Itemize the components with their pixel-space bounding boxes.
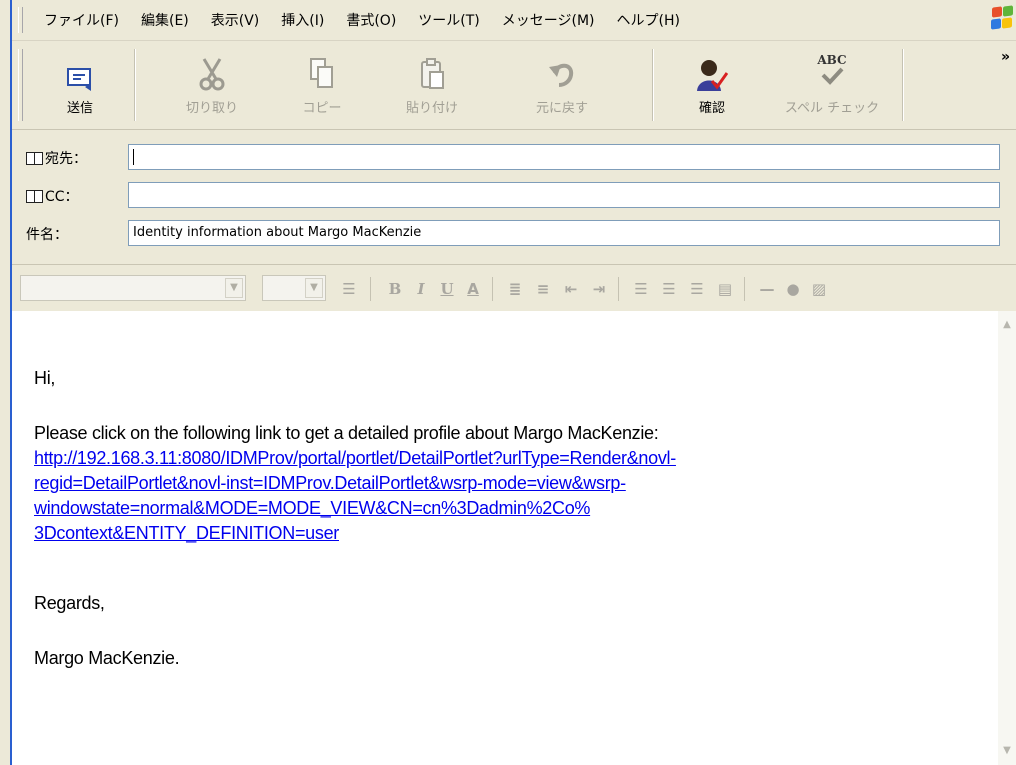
body-intro: Please click on the following link to ge…	[34, 423, 659, 443]
numbered-list-icon[interactable]: ≣	[504, 278, 526, 300]
font-size-select[interactable]: ▼	[262, 275, 326, 301]
cc-row: CC：	[12, 180, 1016, 212]
profile-link-line[interactable]: windowstate=normal&MODE=MODE_VIEW&CN=cn%…	[34, 498, 590, 518]
spell-check-icon-text: ABC	[817, 53, 847, 67]
check-names-label: 確認	[698, 101, 725, 116]
formatting-toolbar: ▼ ▼ ☰ B I U A ≣ ≡ ⇤ ⇥ ☰ ☰ ☰ ▤ — ● ▨	[12, 264, 1016, 312]
body-greeting: Hi,	[34, 368, 56, 388]
scroll-down-icon[interactable]: ▼	[999, 743, 1015, 759]
align-center-icon[interactable]: ☰	[658, 278, 680, 300]
paste-icon	[392, 47, 472, 91]
hyperlink-globe-icon[interactable]: ●	[782, 278, 804, 300]
cut-button[interactable]: 切り取り	[172, 47, 252, 123]
cut-label: 切り取り	[185, 101, 238, 116]
menu-message[interactable]: メッセージ(M)	[491, 10, 606, 30]
font-color-icon[interactable]: A	[462, 278, 484, 300]
toolbar-separator	[492, 277, 493, 301]
cc-field[interactable]	[128, 182, 1000, 208]
to-row: 宛先：	[12, 142, 1016, 174]
menu-bar: ファイル(F) 編集(E) 表示(V) 挿入(I) 書式(O) ツール(T) メ…	[12, 0, 1016, 41]
insert-picture-icon[interactable]: ▨	[808, 278, 830, 300]
menubar-grip[interactable]	[18, 7, 23, 33]
cc-label[interactable]: CC：	[26, 186, 79, 206]
menu-tools[interactable]: ツール(T)	[407, 10, 490, 30]
increase-indent-icon[interactable]: ⇥	[588, 278, 610, 300]
bold-icon[interactable]: B	[384, 278, 406, 300]
bullet-list-icon[interactable]: ≡	[532, 278, 554, 300]
spell-check-button[interactable]: ABC スペル チェック	[782, 47, 882, 123]
address-book-icon	[26, 189, 43, 203]
send-icon	[40, 47, 120, 91]
toolbar-separator	[902, 49, 903, 121]
menu-help[interactable]: ヘルプ(H)	[606, 10, 691, 30]
italic-icon[interactable]: I	[410, 278, 432, 300]
menu-file[interactable]: ファイル(F)	[33, 10, 130, 30]
windows-logo-icon	[990, 5, 1014, 32]
justify-icon[interactable]: ▤	[714, 278, 736, 300]
undo-icon	[522, 47, 602, 91]
copy-icon	[282, 47, 362, 91]
paragraph-style-icon[interactable]: ☰	[338, 278, 360, 300]
send-button[interactable]: 送信	[40, 47, 120, 123]
toolbar-separator	[652, 49, 653, 121]
check-names-icon	[672, 47, 752, 91]
spell-check-icon: ABC	[782, 47, 882, 91]
to-label-text: 宛先：	[45, 151, 87, 167]
subject-field-value: Identity information about Margo MacKenz…	[133, 225, 422, 240]
text-caret	[133, 149, 134, 165]
body-closing: Regards,	[34, 593, 105, 613]
subject-label: 件名：	[26, 227, 68, 243]
undo-button[interactable]: 元に戻す	[522, 47, 602, 123]
chevron-down-icon: ▼	[305, 278, 323, 298]
menu-format[interactable]: 書式(O)	[335, 10, 407, 30]
toolbar-grip[interactable]	[18, 49, 23, 121]
underline-icon[interactable]: U	[436, 278, 458, 300]
copy-label: コピー	[302, 101, 342, 116]
spell-check-label: スペル チェック	[784, 101, 880, 116]
to-label[interactable]: 宛先：	[26, 148, 87, 168]
message-body[interactable]: Hi, Please click on the following link t…	[12, 311, 998, 765]
paste-button[interactable]: 貼り付け	[392, 47, 472, 123]
standard-toolbar: 送信 切り取り コピー 貼り付け 元に戻す 確認 ABC スペル チェック »	[12, 41, 1016, 130]
profile-link[interactable]: http://192.168.3.11:8080/IDMProv/portal/…	[34, 446, 676, 546]
send-label: 送信	[66, 101, 93, 116]
toolbar-separator	[744, 277, 745, 301]
check-names-button[interactable]: 確認	[672, 47, 752, 123]
align-left-icon[interactable]: ☰	[630, 278, 652, 300]
profile-link-line[interactable]: regid=DetailPortlet&novl-inst=IDMProv.De…	[34, 473, 626, 493]
to-field[interactable]	[128, 144, 1000, 170]
align-right-icon[interactable]: ☰	[686, 278, 708, 300]
decrease-indent-icon[interactable]: ⇤	[560, 278, 582, 300]
menu-edit[interactable]: 編集(E)	[130, 10, 200, 30]
undo-label: 元に戻す	[535, 101, 588, 116]
scroll-up-icon[interactable]: ▲	[999, 317, 1015, 333]
chevron-down-icon: ▼	[225, 278, 243, 298]
cc-label-text: CC：	[45, 189, 79, 205]
toolbar-overflow-chevron[interactable]: »	[1001, 49, 1010, 65]
body-signature: Margo MacKenzie.	[34, 648, 180, 668]
copy-button[interactable]: コピー	[282, 47, 362, 123]
font-name-select[interactable]: ▼	[20, 275, 246, 301]
menu-view[interactable]: 表示(V)	[200, 10, 271, 30]
profile-link-line[interactable]: http://192.168.3.11:8080/IDMProv/portal/…	[34, 448, 676, 468]
subject-field[interactable]: Identity information about Margo MacKenz…	[128, 220, 1000, 246]
horizontal-line-icon[interactable]: —	[756, 278, 778, 300]
profile-link-line[interactable]: 3Dcontext&ENTITY_DEFINITION=user	[34, 523, 339, 543]
menu-insert[interactable]: 挿入(I)	[270, 10, 335, 30]
subject-row: 件名： Identity information about Margo Mac…	[12, 218, 1016, 250]
toolbar-separator	[370, 277, 371, 301]
vertical-scrollbar[interactable]: ▲ ▼	[998, 311, 1016, 765]
toolbar-separator	[618, 277, 619, 301]
message-header: 宛先： CC： 件名： Identity information about M…	[12, 130, 1016, 252]
address-book-icon	[26, 151, 43, 165]
toolbar-separator	[134, 49, 135, 121]
paste-label: 貼り付け	[405, 101, 458, 116]
scissors-icon	[172, 47, 252, 91]
window-left-edge	[0, 0, 12, 765]
